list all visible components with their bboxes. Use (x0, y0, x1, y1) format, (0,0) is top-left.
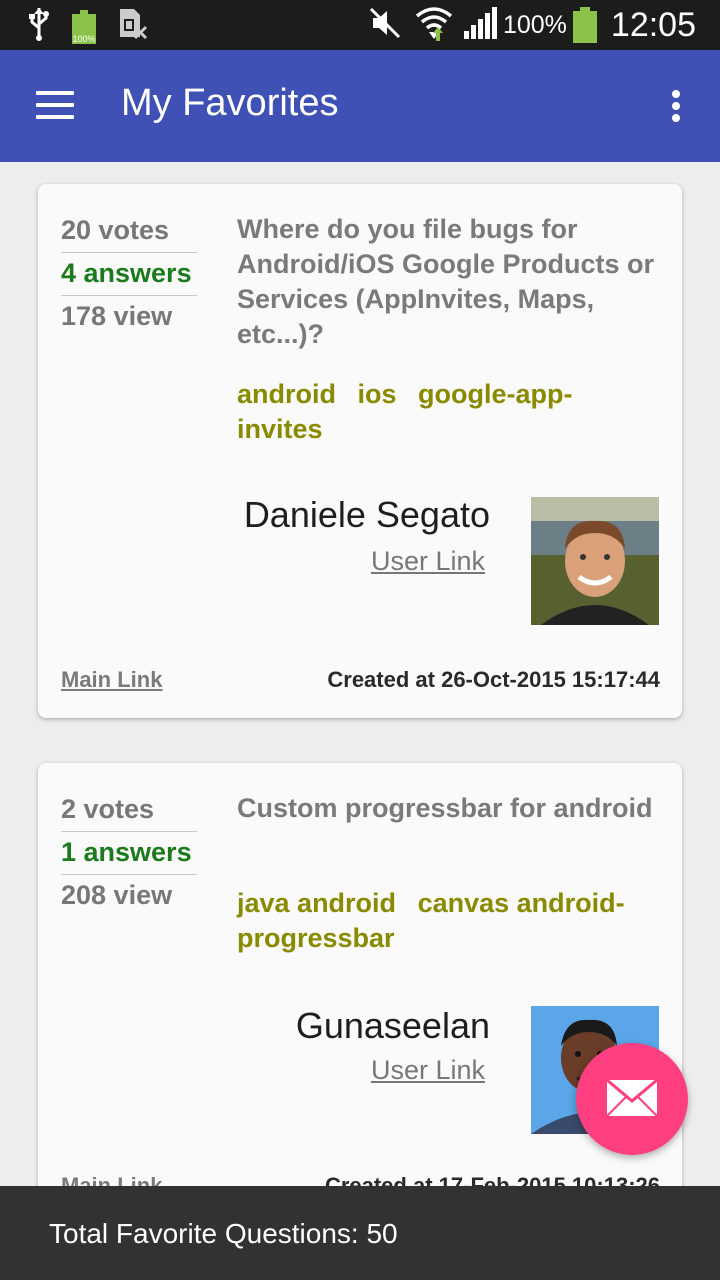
question-tags: java android canvas android-progressbar (237, 886, 657, 956)
wifi-icon (415, 5, 453, 46)
battery-percent: 100% (502, 10, 567, 39)
votes-count: 2 votes (61, 789, 197, 832)
signal-icon (463, 6, 497, 44)
question-stats: 20 votes 4 answers 178 view (61, 210, 197, 339)
created-date: Created at 26-Oct-2015 15:17:44 (327, 667, 660, 692)
tag[interactable]: java android (237, 888, 396, 918)
votes-count: 20 votes (61, 210, 197, 253)
question-tags: android ios google-app-invites (237, 377, 657, 447)
hamburger-menu-icon[interactable] (36, 91, 76, 121)
battery-icon (572, 7, 597, 43)
clock: 12:05 (610, 5, 696, 44)
question-card[interactable]: 2 votes 1 answers 208 view Custom progre… (38, 763, 682, 1223)
status-bar: 100% 100% 12:05 (0, 0, 720, 50)
app-bar: My Favorites (0, 50, 720, 162)
question-title[interactable]: Custom progressbar for android (237, 791, 657, 826)
snackbar: Total Favorite Questions: 50 (0, 1186, 720, 1280)
status-right-icons: 100% 12:05 (369, 2, 696, 48)
compose-mail-fab[interactable] (576, 1043, 688, 1155)
more-vertical-icon[interactable] (664, 86, 688, 126)
answers-count: 1 answers (61, 832, 197, 875)
question-card[interactable]: 20 votes 4 answers 178 view Where do you… (38, 184, 682, 718)
user-name: Gunaseelan (295, 1005, 490, 1046)
views-count: 178 view (61, 301, 173, 331)
tag[interactable]: ios (358, 379, 397, 409)
sim-off-icon (118, 7, 148, 46)
views-count: 208 view (61, 880, 173, 910)
user-link[interactable]: User Link (371, 1055, 485, 1086)
mute-icon (369, 7, 401, 44)
question-title[interactable]: Where do you file bugs for Android/iOS G… (237, 212, 657, 352)
status-left-icons: 100% (28, 6, 148, 47)
avatar[interactable] (531, 497, 659, 625)
question-stats: 2 votes 1 answers 208 view (61, 789, 197, 918)
battery-icon: 100% (72, 9, 96, 44)
tag[interactable]: android (237, 379, 336, 409)
user-link[interactable]: User Link (371, 546, 485, 577)
mail-icon (606, 1079, 658, 1117)
usb-icon (28, 6, 50, 47)
user-name: Daniele Segato (243, 494, 490, 535)
total-favorites-text: Total Favorite Questions: 50 (49, 1218, 398, 1249)
answers-count: 4 answers (61, 253, 197, 296)
page-title: My Favorites (121, 82, 339, 124)
main-link[interactable]: Main Link (61, 667, 162, 693)
